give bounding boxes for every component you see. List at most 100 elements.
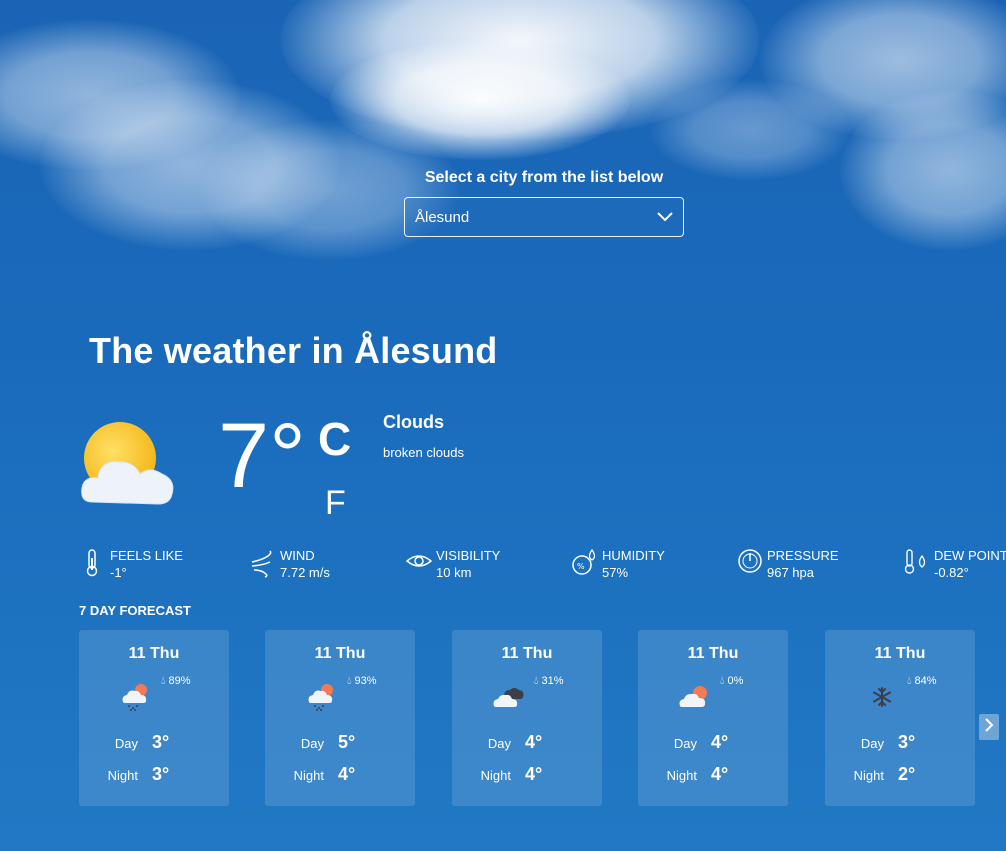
day-row: Day 5°: [265, 732, 415, 753]
stat-visibility: VISIBILITY 10 km: [405, 548, 501, 581]
stat-value: -0.82°: [934, 565, 969, 580]
fahrenheit-toggle[interactable]: F: [325, 484, 346, 523]
night-row: Night 4°: [638, 764, 788, 785]
condition-description: broken clouds: [383, 445, 464, 460]
precip-value: 89%: [168, 675, 191, 687]
night-row: Night 3°: [79, 764, 229, 785]
page-title: The weather in Ålesund: [89, 330, 498, 371]
forecast-date: 11 Thu: [874, 645, 926, 662]
snowflake-icon: [865, 682, 899, 712]
night-label: Night: [480, 768, 511, 783]
day-label: Day: [300, 736, 324, 751]
precip-chance: 💧︎ 93%: [347, 675, 377, 688]
stat-value: 57%: [602, 565, 629, 580]
forecast-title: 7 DAY FORECAST: [79, 603, 191, 618]
night-row: Night 2°: [825, 764, 975, 785]
night-label: Night: [666, 768, 697, 783]
stat-value: -1°: [110, 565, 127, 580]
night-label: Night: [107, 768, 138, 783]
day-row: Day 4°: [638, 732, 788, 753]
chevron-right-icon: [984, 717, 994, 738]
day-label: Day: [860, 736, 884, 751]
city-picker: Select a city from the list below Ålesun…: [404, 168, 684, 237]
gauge-icon: [737, 548, 763, 578]
night-row: Night 4°: [265, 764, 415, 785]
forecast-card[interactable]: 11 Thu 💧︎ 31% Day 4° Night 4°: [452, 630, 602, 806]
forecast-date: 11 Thu: [314, 645, 366, 662]
sky-background: [0, 0, 1006, 300]
forecast-cards: 11 Thu 💧︎ 89% Day 3° Night 3° 11 Thu 💧︎ 93…: [79, 630, 979, 806]
precip-value: 84%: [914, 675, 937, 687]
stat-label: FEELS LIKE: [110, 548, 183, 563]
forecast-card[interactable]: 11 Thu 💧︎ 84% Day 3° Night 2°: [825, 630, 975, 806]
night-temp: 2°: [898, 764, 916, 784]
precip-chance: 💧︎ 89%: [161, 675, 191, 688]
droplet-icon: 💧︎: [720, 675, 725, 687]
stat-dew-point: DEW POINT -0.82°: [904, 548, 1006, 581]
day-temp: 3°: [152, 732, 170, 752]
sun-cloud-icon: [78, 418, 178, 508]
day-label: Day: [487, 736, 511, 751]
precip-chance: 💧︎ 84%: [907, 675, 937, 688]
cloud-sun-icon: [678, 682, 712, 712]
night-temp: 4°: [525, 764, 543, 784]
forecast-card[interactable]: 11 Thu 💧︎ 89% Day 3° Night 3°: [79, 630, 229, 806]
stat-label: HUMIDITY: [602, 548, 665, 563]
stat-label: DEW POINT: [934, 548, 1006, 563]
day-row: Day 4°: [452, 732, 602, 753]
stat-humidity: % HUMIDITY 57%: [572, 548, 665, 581]
dew-point-icon: [904, 548, 930, 578]
droplet-icon: 💧︎: [907, 675, 912, 687]
stat-pressure: PRESSURE 967 hpa: [737, 548, 839, 581]
wind-icon: [250, 548, 276, 578]
celsius-toggle[interactable]: C: [318, 412, 351, 466]
night-row: Night 4°: [452, 764, 602, 785]
day-label: Day: [114, 736, 138, 751]
stat-value: 967 hpa: [767, 565, 814, 580]
stat-label: PRESSURE: [767, 548, 839, 563]
droplet-icon: 💧︎: [534, 675, 539, 687]
rain-cloud-sun-icon: [305, 682, 339, 712]
rain-cloud-sun-icon: [119, 682, 153, 712]
svg-text:%: %: [577, 562, 585, 571]
stat-value: 7.72 m/s: [280, 565, 330, 580]
condition-main: Clouds: [383, 412, 444, 432]
stat-value: 10 km: [436, 565, 472, 580]
day-temp: 3°: [898, 732, 916, 752]
day-row: Day 3°: [79, 732, 229, 753]
precip-value: 93%: [354, 675, 377, 687]
night-temp: 4°: [338, 764, 356, 784]
forecast-card[interactable]: 11 Thu 💧︎ 93% Day 5° Night 4°: [265, 630, 415, 806]
current-temperature: 7°: [218, 405, 306, 507]
droplet-icon: 💧︎: [161, 675, 166, 687]
city-select-value: Ålesund: [415, 208, 470, 226]
night-temp: 3°: [152, 764, 170, 784]
day-label: Day: [673, 736, 697, 751]
city-select[interactable]: Ålesund: [404, 197, 684, 237]
day-row: Day 3°: [825, 732, 975, 753]
humidity-icon: %: [572, 548, 598, 578]
forecast-next-button[interactable]: [979, 714, 999, 740]
stat-label: WIND: [280, 548, 315, 563]
droplet-icon: 💧︎: [347, 675, 352, 687]
night-temp: 4°: [711, 764, 729, 784]
stat-feels-like: FEELS LIKE -1°: [80, 548, 183, 581]
stats-row: FEELS LIKE -1° WIND 7.72 m/s VISIBILITY 10 …: [80, 548, 1006, 588]
precip-chance: 💧︎ 31%: [534, 675, 564, 688]
night-label: Night: [293, 768, 324, 783]
day-temp: 4°: [525, 732, 543, 752]
precip-chance: 💧︎ 0%: [720, 675, 743, 688]
current-conditions: 7° C F Clouds broken clouds: [78, 410, 978, 530]
precip-value: 31%: [541, 675, 564, 687]
thermometer-icon: [80, 548, 106, 578]
day-temp: 4°: [711, 732, 729, 752]
forecast-card[interactable]: 11 Thu 💧︎ 0% Day 4° Night 4°: [638, 630, 788, 806]
night-label: Night: [853, 768, 884, 783]
dark-clouds-icon: [492, 682, 526, 712]
eye-icon: [405, 548, 433, 578]
stat-label: VISIBILITY: [436, 548, 501, 563]
day-temp: 5°: [338, 732, 356, 752]
forecast-date: 11 Thu: [687, 645, 739, 662]
precip-value: 0%: [727, 675, 744, 687]
forecast-date: 11 Thu: [501, 645, 553, 662]
